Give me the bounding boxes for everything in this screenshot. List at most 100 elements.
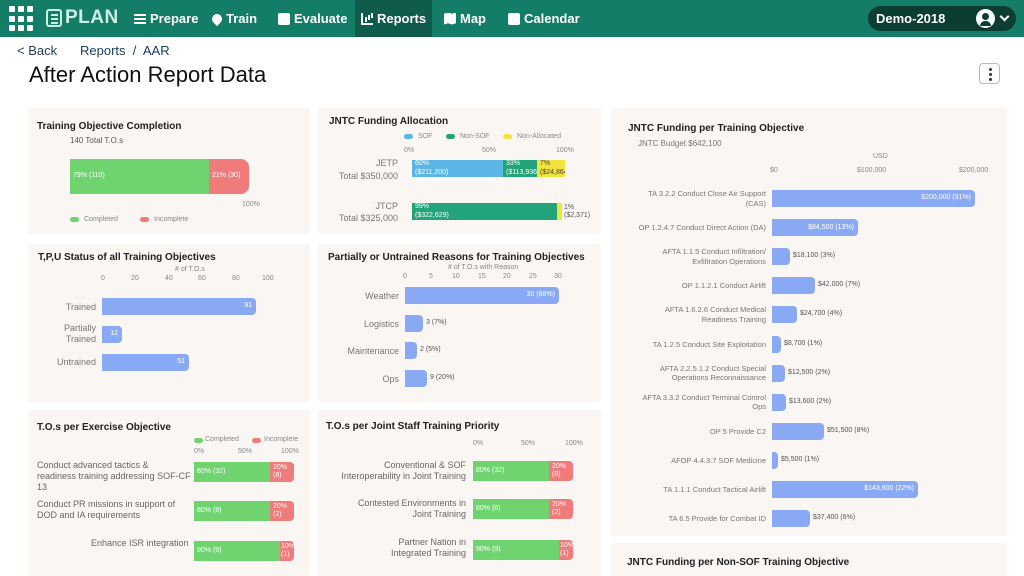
more-options-button[interactable] — [979, 63, 1000, 84]
axis-title: # of T.O.s — [175, 266, 205, 273]
panel-funding-per-nonsof-to: JNTC Funding per Non-SOF Training Object… — [611, 543, 1007, 576]
bar-ops — [405, 370, 427, 387]
axis-tick: 0 — [403, 273, 407, 280]
dot-icon — [989, 73, 992, 76]
legend-completed-swatch — [194, 438, 203, 443]
clipboard-icon — [278, 12, 290, 25]
bar-incomplete: 20% (8) — [549, 461, 573, 481]
axis-tick: 50% — [238, 448, 253, 455]
map-icon — [444, 12, 456, 25]
breadcrumb[interactable]: Reports / AAR — [80, 43, 170, 58]
axis-tick: 15 — [478, 273, 486, 280]
row-label: TA 1.1.1 Conduct Tactical Airlift — [663, 485, 766, 494]
row-label: Weather — [365, 291, 399, 301]
subtitle: 140 Total T.O.s — [70, 136, 124, 145]
funding-bar — [772, 364, 785, 382]
funding-value: $37,400 (6%) — [813, 514, 856, 522]
axis-tick: 100% — [565, 440, 583, 447]
panel-title: JNTC Funding per Training Objective — [628, 123, 805, 134]
axis-tick: 0% — [404, 147, 415, 154]
funding-bar: $200,000 (31%) — [772, 190, 975, 207]
axis-tick: 100% — [242, 201, 260, 208]
row-label: Untrained — [56, 357, 96, 367]
panel-title: T.O.s per Exercise Objective — [37, 422, 171, 433]
axis-tick: 100% — [281, 448, 299, 455]
axis-tick: 80 — [232, 275, 240, 282]
panel-title: T.O.s per Joint Staff Training Priority — [326, 421, 500, 432]
funding-value: $18,100 (3%) — [793, 252, 836, 260]
bar-completed: 79% (110) — [70, 159, 209, 194]
bar-completed: 80% (32) — [194, 462, 270, 482]
axis-tick: 40 — [165, 275, 173, 282]
funding-value: $13,600 (2%) — [789, 397, 832, 405]
bar-completed: 80% (8) — [194, 501, 270, 521]
legend-incomplete: Incomplete — [154, 216, 189, 223]
row-total-jtcp: Total $325,000 — [338, 213, 398, 223]
axis-tick: 0 — [101, 275, 105, 282]
bar-incomplete: 20% (2) — [549, 499, 573, 519]
app-grid-icon[interactable] — [9, 6, 35, 32]
dot-icon — [989, 78, 992, 81]
legend-sof: SOF — [418, 133, 433, 140]
funding-value: $24,700 (4%) — [800, 310, 843, 318]
axis-tick: 50% — [521, 440, 536, 447]
bar-incomplete: 20% (2) — [270, 501, 294, 521]
nav-reports[interactable]: Reports — [355, 0, 433, 37]
logo-icon — [46, 9, 62, 27]
row-label: AFTA 3.3.2 Conduct Terminal Control Ops — [642, 392, 766, 412]
axis-tick: 5 — [429, 273, 433, 280]
axis-tick: $200,000 — [959, 167, 989, 174]
bar-weather: 30 (68%) — [405, 287, 559, 304]
bar-completed: 90% (9) — [194, 541, 280, 561]
funding-value: $51,500 (8%) — [827, 426, 870, 434]
row-label-jetp: JETP — [375, 158, 398, 168]
funding-value: $42,000 (7%) — [818, 281, 861, 289]
panel-title: JNTC Funding Allocation — [329, 116, 449, 127]
panel-title: Partially or Untrained Reasons for Train… — [328, 252, 585, 263]
profile-menu[interactable]: Demo-2018 — [868, 6, 1016, 31]
funding-bar — [772, 422, 824, 440]
row-label: Logistics — [363, 319, 399, 329]
axis-tick: 100% — [556, 147, 574, 154]
axis-tick: 0% — [194, 448, 205, 455]
nav-evaluate[interactable]: Evaluate — [272, 0, 353, 37]
legend-completed: Completed — [205, 436, 239, 443]
back-link[interactable]: < Back — [17, 43, 57, 58]
axis-title: USD — [873, 153, 888, 160]
calendar-icon — [508, 12, 520, 25]
row-label: AFTA 2.2.5.1.2 Conduct Special Operation… — [659, 363, 766, 383]
row-label: OP 1.1.2.1 Conduct Airlift — [681, 281, 766, 291]
row-label: Ops — [382, 374, 399, 384]
row-label: Partner Nation in Integrated Training — [390, 537, 466, 559]
nav-map[interactable]: Map — [438, 0, 492, 37]
axis-tick: 25 — [529, 273, 537, 280]
avatar-icon — [976, 9, 995, 28]
row-label: AFOP 4.4.3.7 SOF Medicine — [671, 455, 766, 465]
axis-tick: 60 — [198, 275, 206, 282]
funding-bar — [772, 510, 810, 528]
bar-incomplete: 10% (1) — [280, 541, 294, 561]
axis-tick: 10 — [452, 273, 460, 280]
axis-tick: 50% — [482, 147, 497, 154]
nav-prepare[interactable]: Prepare — [128, 0, 204, 37]
funding-value: $5,500 (1%) — [781, 455, 820, 463]
row-label: AFTA 1.6.2.6 Conduct Medical Readiness T… — [664, 305, 766, 325]
chart-icon — [361, 12, 373, 25]
nav-train[interactable]: Train — [206, 0, 263, 37]
list-icon — [134, 13, 146, 25]
bar-logistics — [405, 315, 423, 332]
drop-icon — [209, 11, 225, 26]
funding-bar — [772, 248, 790, 266]
legend-sof-swatch — [404, 134, 413, 139]
bar-jetp-nonsof: 33% ($113,936) — [503, 160, 537, 177]
funding-bar: $143,600 (22%) — [772, 481, 918, 498]
funding-bar — [772, 277, 815, 295]
row-label: Conduct advanced tactics & readiness tra… — [37, 460, 191, 492]
page-title: After Action Report Data — [29, 62, 267, 87]
app-logo[interactable]: PLAN — [46, 7, 119, 29]
bar-completed: 80% (8) — [473, 499, 549, 519]
legend-nonallocated: Non-Allocated — [517, 133, 561, 140]
row-label: Enhance ISR integration — [91, 538, 189, 548]
nav-calendar[interactable]: Calendar — [502, 0, 586, 37]
panel-joint-staff-priority: T.O.s per Joint Staff Training Priority … — [318, 410, 601, 576]
